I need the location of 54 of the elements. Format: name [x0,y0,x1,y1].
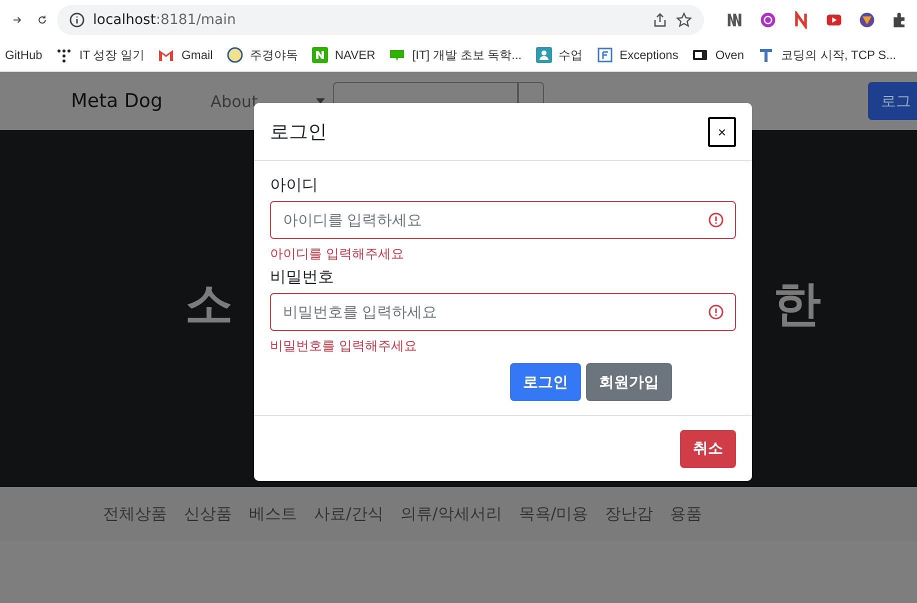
category-link[interactable]: 목욕/미용 [518,504,588,524]
category-link[interactable]: 용품 [670,504,702,524]
bookmark[interactable]: Oven [692,47,744,63]
cancel-button[interactable]: 취소 [680,430,736,468]
mail-icon [158,47,174,63]
address-bar[interactable]: localhost:8181/main [57,5,704,35]
oven-icon [692,47,708,63]
signup-button[interactable]: 회원가입 [586,363,672,402]
extension-icon[interactable] [759,11,777,29]
bookmark[interactable]: NAVER [312,47,376,63]
bookmark[interactable]: [IT] 개발 초보 독학... [389,46,522,64]
dots-icon [56,47,72,63]
hero-text: 소 [185,274,233,334]
login-button[interactable]: 로그 [868,82,917,120]
nav-link[interactable]: About [210,92,258,110]
bookmark[interactable]: 코딩의 시작, TCP S... [758,46,896,64]
n-icon [312,47,328,63]
input-field[interactable]: 아이디를 입력하세요 [270,201,736,240]
category-link[interactable]: 의류/악세서리 [400,504,502,524]
bookmark[interactable]: IT 성장 일기 [56,46,144,64]
alert-icon [708,304,724,320]
category-link[interactable]: 신상품 [184,504,232,524]
category-link[interactable]: 전체상품 [103,504,167,524]
input-field[interactable]: 비밀번호를 입력하세요 [270,293,736,332]
bookmark[interactable]: Gmail [158,47,213,63]
document-icon [596,47,613,63]
bookmark[interactable]: 주경야독 [226,46,298,64]
bookmark[interactable]: GitHub [5,48,42,62]
category-link[interactable]: 사료/간식 [314,504,384,524]
share-icon[interactable] [652,12,668,28]
field-label: 비밀번호 [270,267,335,288]
extension-icon[interactable] [792,11,810,29]
error-message: 비밀번호를 입력해주세요 [270,338,418,356]
category-link[interactable]: 베스트 [249,504,297,524]
info-icon[interactable] [69,12,85,28]
extension-icon[interactable] [858,11,876,29]
category-link[interactable]: 장난감 [605,504,654,524]
star-icon[interactable] [676,12,692,28]
extension-icon[interactable] [726,11,744,29]
field-label: 아이디 [270,175,319,196]
dialog-title: 로그인 [270,120,327,145]
t-icon [758,47,774,63]
person-icon [536,47,552,63]
bookmark[interactable]: Exceptions [596,47,678,63]
error-message: 아이디를 입력해주세요 [270,246,406,264]
url-text: localhost:8181/main [93,12,236,28]
hero-text: 한 [773,274,821,334]
close-button[interactable]: × [708,116,736,147]
bookmark[interactable]: 수업 [536,46,583,64]
login-button[interactable]: 로그인 [510,363,581,402]
brand-link[interactable]: Meta Dog [71,90,163,112]
badge-icon [226,47,243,63]
chat-icon [389,47,406,63]
alert-icon [708,212,724,228]
